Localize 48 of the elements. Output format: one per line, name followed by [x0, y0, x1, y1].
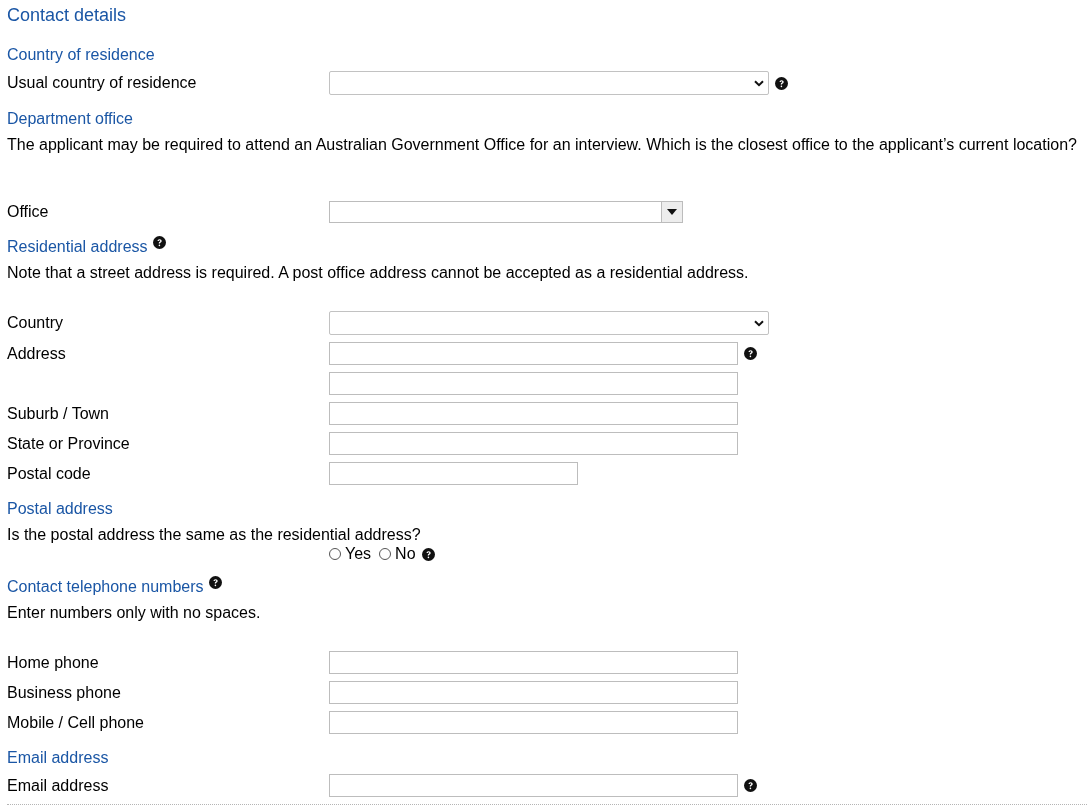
field-label: Country: [7, 314, 64, 332]
help-icon[interactable]: [744, 347, 757, 360]
chevron-down-icon: [754, 79, 764, 87]
select-field[interactable]: [329, 311, 769, 335]
caret-down-icon: [667, 209, 677, 215]
field-label: Mobile / Cell phone: [7, 713, 144, 732]
note-text: Note that a street address is required. A post office address cannot be accepted as a residential address.: [7, 263, 749, 283]
text-input[interactable]: [329, 342, 738, 365]
help-icon[interactable]: [744, 779, 757, 792]
section-heading: Email address: [7, 748, 109, 768]
section-heading: Country of residence: [7, 45, 155, 65]
chevron-down-icon: [754, 319, 764, 327]
help-icon[interactable]: [152, 236, 166, 249]
radio-label[interactable]: Yes: [345, 545, 372, 563]
radio-button[interactable]: [379, 548, 392, 560]
field-label: Usual country of residence: [7, 74, 197, 92]
question-text: Is the postal address the same as the residential address?: [7, 525, 421, 545]
text-input[interactable]: [329, 651, 738, 674]
text-input[interactable]: [329, 711, 738, 734]
field-label: Business phone: [7, 683, 121, 702]
radio-button[interactable]: [329, 548, 341, 560]
help-icon[interactable]: [421, 547, 435, 561]
help-icon[interactable]: [208, 576, 222, 589]
field-label: Office: [7, 203, 49, 221]
dropdown-button[interactable]: [661, 202, 682, 222]
section-heading: Postal address: [7, 499, 113, 519]
text-input[interactable]: [329, 462, 578, 485]
note-text: The applicant may be required to attend an Australian Government Office for an interview. Which is the closest office to the applicant’s current location?: [7, 135, 1077, 155]
section-heading: Contact telephone numbers: [7, 577, 204, 597]
field-label: Home phone: [7, 653, 99, 672]
combo-field[interactable]: [329, 201, 683, 223]
text-input[interactable]: [329, 402, 738, 425]
radio-label[interactable]: No: [395, 545, 416, 563]
select-field[interactable]: [329, 71, 769, 95]
text-input[interactable]: [329, 681, 738, 704]
page-title: Contact details: [7, 4, 127, 26]
help-icon[interactable]: [775, 76, 788, 90]
note-text: Enter numbers only with no spaces.: [7, 603, 261, 623]
text-input[interactable]: [329, 774, 738, 797]
field-label: State or Province: [7, 434, 130, 453]
field-label: Address: [7, 344, 66, 363]
section-heading: Residential address: [7, 237, 148, 257]
section-heading: Department office: [7, 109, 133, 129]
field-label: Postal code: [7, 464, 91, 483]
text-input[interactable]: [329, 432, 738, 455]
text-input[interactable]: [329, 372, 738, 395]
field-label: Email address: [7, 776, 109, 795]
field-label: Suburb / Town: [7, 404, 109, 423]
